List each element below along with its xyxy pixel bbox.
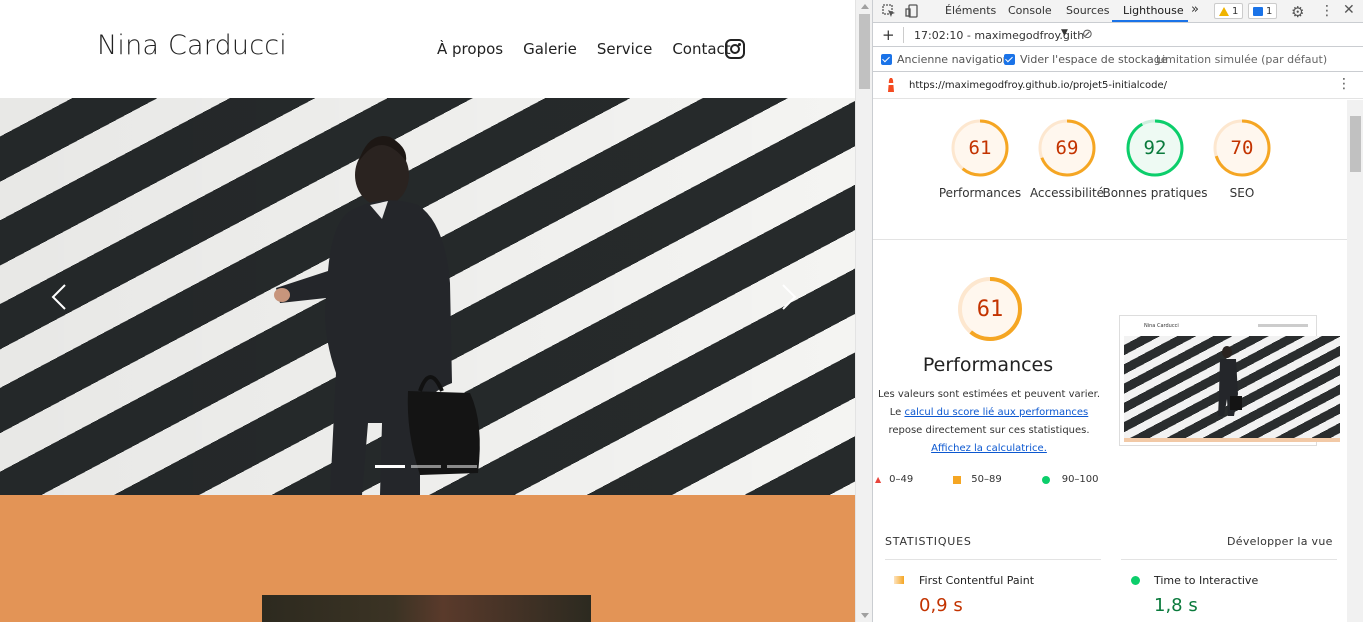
inspect-element-icon[interactable] bbox=[882, 4, 896, 18]
score-legend: ▲ 0–49 50–89 90–100 bbox=[875, 474, 1099, 485]
devtools-panel: Éléments Console Sources Lighthouse » 1 … bbox=[872, 0, 1363, 622]
website-viewport: Nina Carducci À propos Galerie Service C… bbox=[0, 0, 855, 622]
new-report-icon[interactable]: + bbox=[882, 26, 895, 44]
score-value: 69 bbox=[1055, 137, 1079, 159]
lighthouse-report: 61 Performances 69 Accessibilité 92 Bonn… bbox=[873, 100, 1347, 622]
score-value: 92 bbox=[1143, 137, 1167, 159]
messages-badge[interactable]: 1 bbox=[1248, 3, 1278, 19]
close-devtools-icon[interactable]: ✕ bbox=[1343, 2, 1355, 18]
pass-circle-icon bbox=[1041, 475, 1050, 484]
site-brand[interactable]: Nina Carducci bbox=[97, 30, 287, 61]
settings-gear-icon[interactable]: ⚙ bbox=[1291, 3, 1304, 21]
checkbox-clear-storage[interactable] bbox=[1004, 54, 1015, 65]
screen: Nina Carducci À propos Galerie Service C… bbox=[0, 0, 1363, 622]
checkbox-legacy-navigation[interactable] bbox=[881, 54, 892, 65]
average-square-icon bbox=[894, 576, 904, 584]
carousel-indicator[interactable] bbox=[447, 465, 477, 468]
carousel-prev-icon[interactable] bbox=[50, 283, 68, 311]
performance-description: Les valeurs sont estimées et peuvent var… bbox=[877, 389, 1101, 454]
option-label[interactable]: Vider l'espace de stockage bbox=[1020, 53, 1167, 66]
score-value: 70 bbox=[1230, 137, 1254, 159]
average-square-icon bbox=[953, 475, 962, 484]
statistics-heading: STATISTIQUES bbox=[885, 535, 972, 548]
tab-elements[interactable]: Éléments bbox=[945, 4, 996, 17]
device-toolbar-icon[interactable] bbox=[905, 4, 919, 18]
performance-gauge: 61 bbox=[957, 276, 1023, 342]
more-options-icon[interactable]: ⋮ bbox=[1320, 3, 1334, 19]
report-selector[interactable]: 17:02:10 - maximegodfroy.gith bbox=[914, 29, 1084, 42]
score-gauge-performance[interactable]: 61 bbox=[950, 118, 1010, 178]
lighthouse-options: Ancienne navigation Vider l'espace de st… bbox=[873, 48, 1363, 72]
hero-carousel bbox=[0, 98, 855, 495]
metric-value: 0,9 s bbox=[919, 595, 963, 616]
performance-score: 61 bbox=[976, 296, 1004, 322]
portrait-image bbox=[262, 595, 591, 622]
page-screenshot-thumbnail[interactable]: Nina Carducci bbox=[1119, 315, 1340, 446]
report-scrollbar[interactable] bbox=[1347, 100, 1363, 622]
score-gauge-best-practices[interactable]: 92 bbox=[1125, 118, 1185, 178]
nav-about[interactable]: À propos bbox=[437, 40, 503, 58]
businessman-image bbox=[274, 136, 480, 495]
scroll-down-icon[interactable] bbox=[861, 613, 869, 618]
tab-sources[interactable]: Sources bbox=[1066, 4, 1110, 17]
score-value: 61 bbox=[968, 137, 992, 159]
score-gauge-seo[interactable]: 70 bbox=[1212, 118, 1272, 178]
score-gauge-accessibility[interactable]: 69 bbox=[1037, 118, 1097, 178]
carousel-indicator[interactable] bbox=[375, 465, 405, 468]
carousel-indicators bbox=[375, 465, 477, 468]
expand-view-toggle[interactable]: Développer la vue bbox=[1227, 535, 1333, 548]
instagram-icon[interactable] bbox=[725, 39, 745, 59]
nav-contact[interactable]: Contact bbox=[672, 40, 730, 58]
tab-console[interactable]: Console bbox=[1008, 4, 1052, 17]
page-scrollbar[interactable] bbox=[855, 0, 872, 622]
site-nav: À propos Galerie Service Contact bbox=[437, 40, 731, 58]
carousel-next-icon[interactable] bbox=[780, 283, 798, 311]
tab-lighthouse[interactable]: Lighthouse bbox=[1123, 4, 1184, 17]
site-header: Nina Carducci À propos Galerie Service C… bbox=[0, 0, 855, 98]
metric-value: 1,8 s bbox=[1154, 595, 1198, 616]
carousel-indicator[interactable] bbox=[411, 465, 441, 468]
divider bbox=[873, 239, 1347, 240]
warnings-badge[interactable]: 1 bbox=[1214, 3, 1244, 19]
active-tab-indicator bbox=[1112, 20, 1188, 22]
report-menu-icon[interactable]: ⋮ bbox=[1337, 76, 1351, 92]
report-url[interactable]: https://maximegodfroy.github.io/projet5-… bbox=[909, 80, 1167, 91]
nav-service[interactable]: Service bbox=[597, 40, 652, 58]
about-section bbox=[0, 495, 855, 622]
fail-triangle-icon: ▲ bbox=[875, 475, 882, 484]
option-label[interactable]: Ancienne navigation bbox=[897, 53, 1010, 66]
metric-name: Time to Interactive bbox=[1154, 574, 1259, 587]
lighthouse-logo-icon bbox=[888, 78, 894, 92]
report-url-bar: https://maximegodfroy.github.io/projet5-… bbox=[873, 73, 1363, 99]
warning-icon bbox=[1219, 6, 1229, 16]
chevron-down-icon[interactable]: ▼ bbox=[1061, 28, 1068, 38]
thumbnail-person bbox=[1218, 346, 1242, 416]
score-label: SEO bbox=[1229, 186, 1255, 200]
metric-name: First Contentful Paint bbox=[919, 574, 1035, 587]
performance-title: Performances bbox=[922, 354, 1054, 376]
nav-gallery[interactable]: Galerie bbox=[523, 40, 577, 58]
more-tabs-icon[interactable]: » bbox=[1191, 2, 1199, 17]
devtools-tabbar: Éléments Console Sources Lighthouse » 1 … bbox=[873, 0, 1363, 23]
score-calc-link[interactable]: calcul du score lié aux performances bbox=[904, 407, 1088, 418]
lighthouse-toolbar: + 17:02:10 - maximegodfroy.gith ▼ ⊘ bbox=[873, 24, 1363, 47]
pass-circle-icon bbox=[1131, 576, 1140, 585]
clear-reports-icon[interactable]: ⊘ bbox=[1082, 27, 1093, 42]
message-icon bbox=[1253, 6, 1263, 16]
scrollbar-thumb[interactable] bbox=[1350, 116, 1361, 172]
scroll-up-icon[interactable] bbox=[861, 4, 869, 9]
throttling-label: Limitation simulée (par défaut) bbox=[1156, 53, 1328, 66]
scrollbar-thumb[interactable] bbox=[859, 14, 870, 89]
calculator-link[interactable]: Affichez la calculatrice. bbox=[931, 443, 1047, 454]
